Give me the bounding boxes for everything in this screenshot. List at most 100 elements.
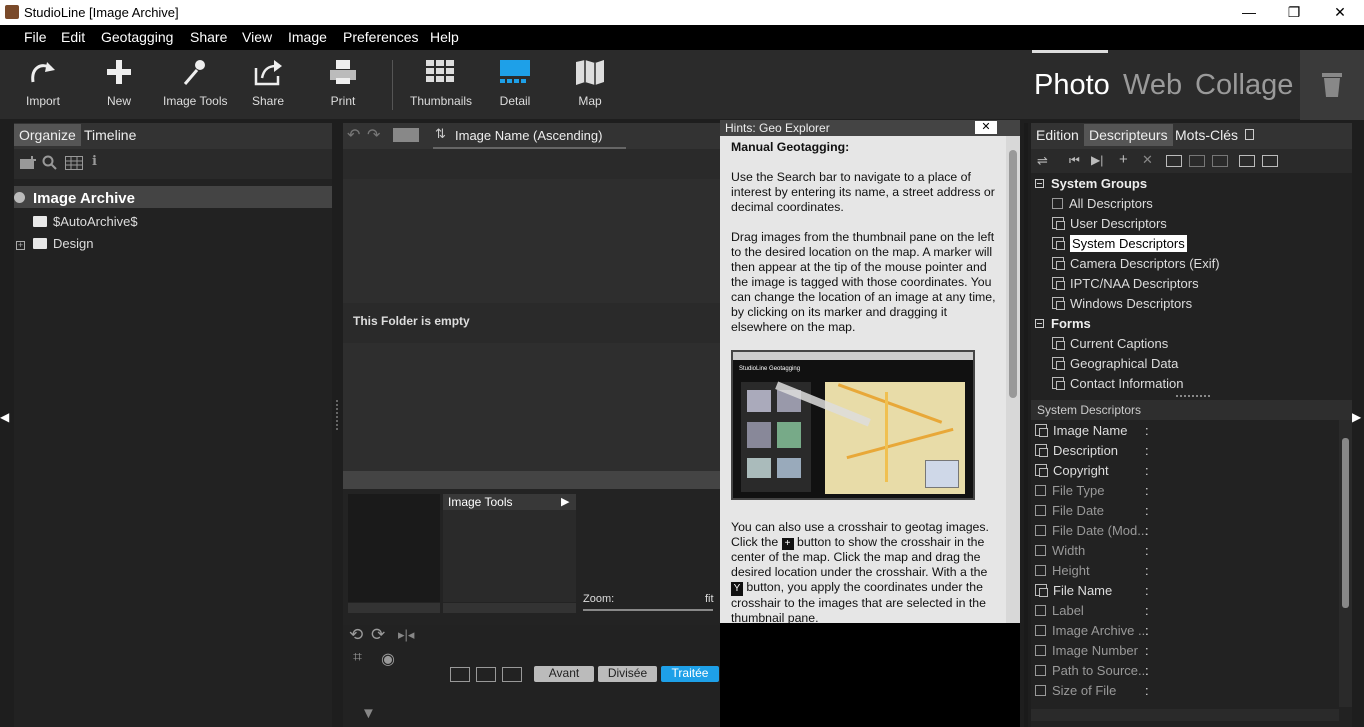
descriptor-row[interactable]: File Date: bbox=[1035, 503, 1149, 518]
descriptor-row[interactable]: Width: bbox=[1035, 543, 1149, 558]
layout-split-h-icon[interactable] bbox=[476, 667, 496, 682]
form-edit-icon[interactable] bbox=[1262, 155, 1278, 167]
pane-resize-handle[interactable] bbox=[1176, 395, 1210, 397]
edit-descriptor-icon[interactable] bbox=[1189, 155, 1205, 167]
view-mode-icon[interactable] bbox=[393, 128, 419, 142]
mode-photo[interactable]: Photo bbox=[1034, 69, 1110, 102]
descriptor-row[interactable]: Copyright: bbox=[1035, 463, 1149, 478]
avant-button[interactable]: Avant bbox=[534, 666, 594, 682]
map-area[interactable] bbox=[720, 623, 1020, 727]
expand-arrow-icon[interactable]: ▶ bbox=[561, 495, 569, 508]
descriptor-value[interactable]: : bbox=[1145, 443, 1149, 458]
new-folder-icon[interactable] bbox=[20, 156, 38, 170]
menu-preferences[interactable]: Preferences bbox=[343, 29, 418, 45]
remove-descriptor-icon[interactable] bbox=[1212, 155, 1228, 167]
print-button[interactable]: Print bbox=[318, 50, 368, 120]
descriptor-value[interactable]: : bbox=[1145, 463, 1149, 478]
right-splitter[interactable] bbox=[1024, 123, 1028, 727]
collapse-right-arrow[interactable]: ▶ bbox=[1352, 410, 1364, 434]
hints-scrollbar[interactable] bbox=[1006, 136, 1020, 623]
close-window-button[interactable]: ✕ bbox=[1317, 0, 1363, 25]
descriptor-row[interactable]: Image Name: bbox=[1035, 423, 1149, 438]
form-item[interactable]: Contact Information bbox=[1052, 376, 1183, 391]
preview-scroll-1[interactable] bbox=[348, 603, 440, 613]
tab-mots-cles[interactable]: Mots-Clés bbox=[1175, 127, 1238, 143]
descriptor-scrollbar[interactable] bbox=[1339, 420, 1352, 707]
mode-collage[interactable]: Collage bbox=[1195, 69, 1293, 102]
system-item[interactable]: IPTC/NAA Descriptors bbox=[1052, 276, 1199, 291]
layout-split-v-icon[interactable] bbox=[502, 667, 522, 682]
layout-single-icon[interactable] bbox=[450, 667, 470, 682]
thumbnail-scrollbar[interactable] bbox=[343, 471, 720, 489]
descriptor-value[interactable]: : bbox=[1145, 643, 1149, 658]
flip-icon[interactable]: ▸|◂ bbox=[398, 627, 414, 643]
system-item[interactable]: Windows Descriptors bbox=[1052, 296, 1192, 311]
trash-button[interactable] bbox=[1300, 50, 1364, 120]
system-item[interactable]: Camera Descriptors (Exif) bbox=[1052, 256, 1220, 271]
menu-view[interactable]: View bbox=[242, 29, 272, 45]
descriptor-row[interactable]: Description: bbox=[1035, 443, 1149, 458]
minimize-button[interactable]: — bbox=[1226, 0, 1272, 25]
map-button[interactable]: Map bbox=[565, 50, 615, 120]
menu-image[interactable]: Image bbox=[288, 29, 327, 45]
tab-edition[interactable]: Edition bbox=[1036, 127, 1079, 143]
descriptor-row[interactable]: File Type: bbox=[1035, 483, 1149, 498]
descriptor-value[interactable]: : bbox=[1145, 423, 1149, 438]
tree-root-image-archive[interactable]: Image Archive bbox=[14, 190, 135, 207]
zoom-slider[interactable] bbox=[583, 609, 713, 611]
first-icon[interactable]: ⏮ bbox=[1069, 153, 1080, 168]
left-splitter[interactable] bbox=[336, 400, 339, 430]
collapse-left-arrow[interactable]: ◀ bbox=[0, 410, 12, 434]
descriptor-row[interactable]: File Date (Mod...: bbox=[1035, 523, 1149, 538]
descriptor-value[interactable]: : bbox=[1145, 543, 1149, 558]
tree-item-autoarchive[interactable]: $AutoArchive$ bbox=[33, 214, 138, 229]
search-icon[interactable] bbox=[42, 155, 58, 171]
import-button[interactable]: Import bbox=[18, 50, 68, 120]
menu-share[interactable]: Share bbox=[190, 29, 227, 45]
descriptor-value[interactable]: : bbox=[1145, 503, 1149, 518]
form-item[interactable]: Geographical Data bbox=[1052, 356, 1178, 371]
detail-button[interactable]: Detail bbox=[490, 50, 540, 120]
descriptor-value[interactable]: : bbox=[1145, 483, 1149, 498]
new-button[interactable]: New bbox=[94, 50, 144, 120]
descriptor-value[interactable]: : bbox=[1145, 683, 1149, 698]
table-icon[interactable] bbox=[65, 156, 83, 170]
descriptor-value[interactable]: : bbox=[1145, 623, 1149, 638]
system-item[interactable]: All Descriptors bbox=[1052, 196, 1153, 211]
preview-scroll-2[interactable] bbox=[443, 603, 576, 613]
rotate-right-icon[interactable]: ⟳ bbox=[371, 625, 385, 645]
tab-organize[interactable]: Organize bbox=[14, 124, 81, 146]
descriptor-row[interactable]: Image Number: bbox=[1035, 643, 1149, 658]
descriptor-row[interactable]: Height: bbox=[1035, 563, 1149, 578]
tab-overflow-icon[interactable] bbox=[1245, 129, 1254, 140]
menu-file[interactable]: File bbox=[24, 29, 47, 45]
next-icon[interactable]: ▶| bbox=[1091, 153, 1103, 167]
descriptor-row[interactable]: Image Archive ...: bbox=[1035, 623, 1149, 638]
descriptor-row[interactable]: File Name: bbox=[1035, 583, 1149, 598]
descriptor-row[interactable]: Path to Source...: bbox=[1035, 663, 1149, 678]
delete-icon[interactable]: ✕ bbox=[1142, 152, 1153, 168]
system-item[interactable]: User Descriptors bbox=[1052, 216, 1167, 231]
crop-icon[interactable]: ⌗ bbox=[353, 649, 362, 667]
system-item-selected[interactable]: System Descriptors bbox=[1052, 235, 1187, 252]
descriptor-value[interactable]: : bbox=[1145, 563, 1149, 578]
sort-label[interactable]: Image Name (Ascending) bbox=[455, 128, 602, 143]
collapse-icon[interactable] bbox=[1035, 179, 1044, 188]
rotate-left-icon[interactable]: ⟲ bbox=[349, 625, 363, 645]
group-system[interactable]: System Groups bbox=[1035, 176, 1147, 191]
add-descriptor-icon[interactable] bbox=[1166, 155, 1182, 167]
tab-descripteurs[interactable]: Descripteurs bbox=[1084, 124, 1173, 146]
restore-button[interactable]: ❐ bbox=[1271, 0, 1317, 25]
descriptor-value[interactable]: : bbox=[1145, 523, 1149, 538]
descriptor-row[interactable]: Label: bbox=[1035, 603, 1149, 618]
descriptor-value[interactable]: : bbox=[1145, 663, 1149, 678]
menu-help[interactable]: Help bbox=[430, 29, 459, 45]
menu-geotagging[interactable]: Geotagging bbox=[101, 29, 173, 45]
collapse-all-icon[interactable]: ⇌ bbox=[1037, 153, 1048, 169]
divisee-button[interactable]: Divisée bbox=[598, 666, 657, 682]
menu-edit[interactable]: Edit bbox=[61, 29, 85, 45]
expand-icon[interactable]: + bbox=[16, 241, 25, 250]
descriptor-value[interactable]: : bbox=[1145, 603, 1149, 618]
eye-icon[interactable]: ◉ bbox=[381, 649, 395, 669]
descriptor-row[interactable]: Size of File: bbox=[1035, 683, 1149, 698]
